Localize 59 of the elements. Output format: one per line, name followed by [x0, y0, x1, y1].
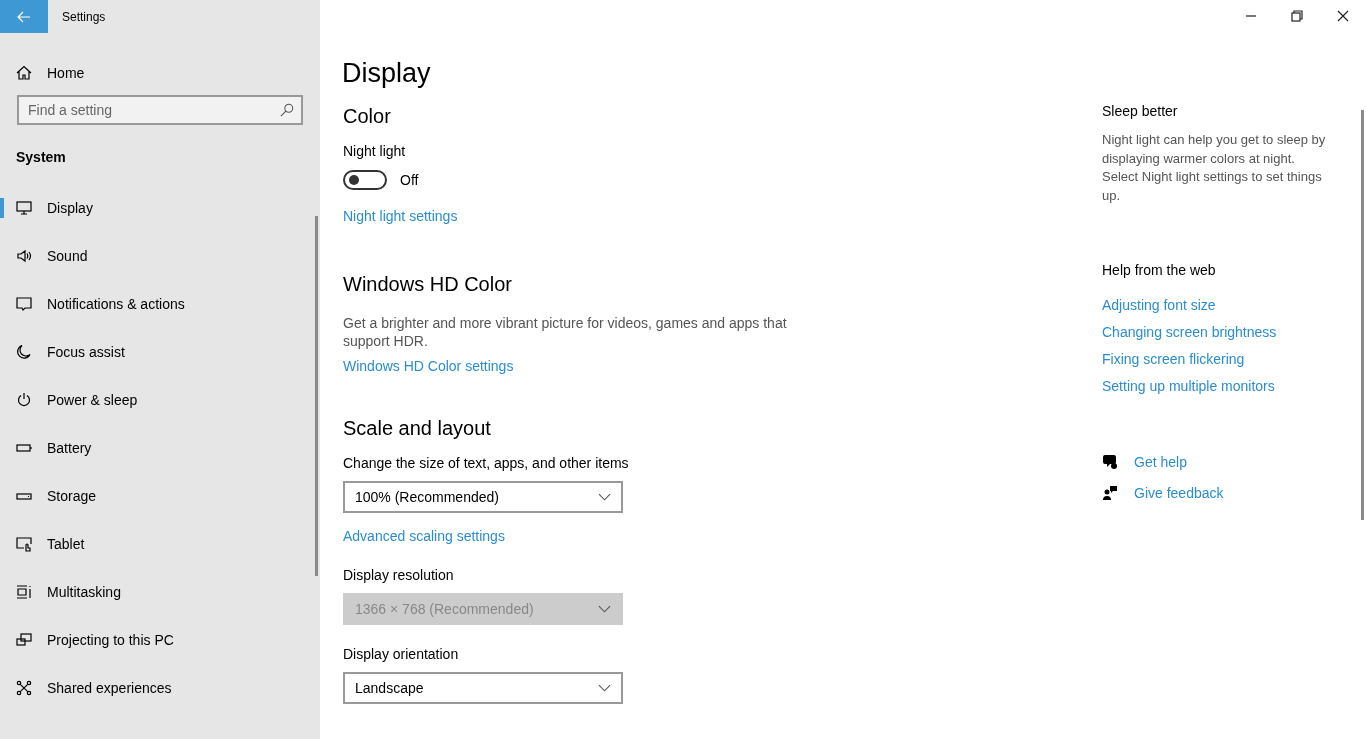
nav-item[interactable]: Multitasking: [0, 568, 320, 616]
help-link[interactable]: Changing screen brightness: [1102, 324, 1366, 342]
chat-bubbles-icon: [1102, 453, 1118, 470]
nav-item[interactable]: Power & sleep: [0, 376, 320, 424]
setting-label: Night light: [343, 142, 407, 160]
section-heading: System: [16, 149, 67, 167]
settings-link[interactable]: Advanced scaling settings: [343, 527, 842, 545]
restore-icon: [1291, 10, 1303, 22]
power-icon: [16, 392, 32, 408]
dropdown[interactable]: Landscape: [343, 672, 623, 704]
projector-screens-icon: [16, 632, 32, 648]
help-action-link[interactable]: Give feedback: [1134, 484, 1224, 501]
share-nodes-icon: [16, 680, 32, 696]
message-icon: [16, 296, 32, 312]
dropdown-label: Display resolution: [343, 566, 455, 584]
description-text: Get a brighter and more vibrant picture for videos, games and apps that support HDR.: [343, 314, 788, 350]
search-field[interactable]: Find a setting: [17, 95, 303, 125]
nav-item[interactable]: Sound: [0, 232, 320, 280]
help-link[interactable]: Fixing screen flickering: [1102, 351, 1366, 369]
help-link[interactable]: Setting up multiple monitors: [1102, 378, 1366, 396]
person-feedback-icon: [1102, 484, 1118, 501]
help-action-link[interactable]: Get help: [1134, 453, 1187, 470]
dropdown-label: Change the size of text, apps, and other items: [343, 454, 630, 472]
settings-link[interactable]: Night light settings: [343, 207, 842, 225]
nav-item[interactable]: Focus assist: [0, 328, 320, 376]
nav-item[interactable]: Notifications & actions: [0, 280, 320, 328]
chevron-down-icon: [598, 684, 611, 692]
search-icon: [280, 103, 294, 117]
dropdown-label: Display orientation: [343, 645, 460, 663]
help-link[interactable]: Adjusting font size: [1102, 297, 1366, 315]
page-title: Display: [342, 57, 432, 90]
aside-heading: Help from the web: [1102, 262, 1217, 280]
tablet-icon: [16, 536, 32, 552]
toggle-state: Off: [400, 172, 419, 188]
dropdown[interactable]: 100% (Recommended): [343, 481, 623, 513]
nav-item[interactable]: Storage: [0, 472, 320, 520]
multitask-icon: [16, 584, 32, 600]
nav-item[interactable]: Shared experiences: [0, 664, 320, 712]
aside-text: Night light can help you get to sleep by displaying warmer colors at night. Select Night light settings to set things up.: [1102, 131, 1327, 205]
section-heading: Scale and layout: [343, 416, 492, 441]
home-link[interactable]: Home: [47, 65, 85, 81]
section-heading: Color: [343, 104, 392, 129]
toggle-switch[interactable]: [343, 170, 387, 190]
speaker-icon: [16, 248, 32, 264]
aside-heading: Sleep better: [1102, 103, 1179, 121]
back-button[interactable]: [0, 0, 48, 33]
nav-item[interactable]: Projecting to this PC: [0, 616, 320, 664]
monitor-icon: [16, 200, 32, 216]
nav-item[interactable]: Battery: [0, 424, 320, 472]
section-heading: Windows HD Color: [343, 272, 513, 297]
home-icon: [16, 65, 32, 81]
chevron-down-icon: [598, 493, 611, 501]
nav-item[interactable]: Tablet: [0, 520, 320, 568]
window-title: Settings: [62, 9, 106, 24]
settings-link[interactable]: Windows HD Color settings: [343, 357, 842, 375]
moon-icon: [16, 344, 32, 360]
chevron-down-icon: [598, 605, 611, 613]
close-icon: [1337, 10, 1349, 22]
nav-item[interactable]: Display: [0, 184, 320, 232]
